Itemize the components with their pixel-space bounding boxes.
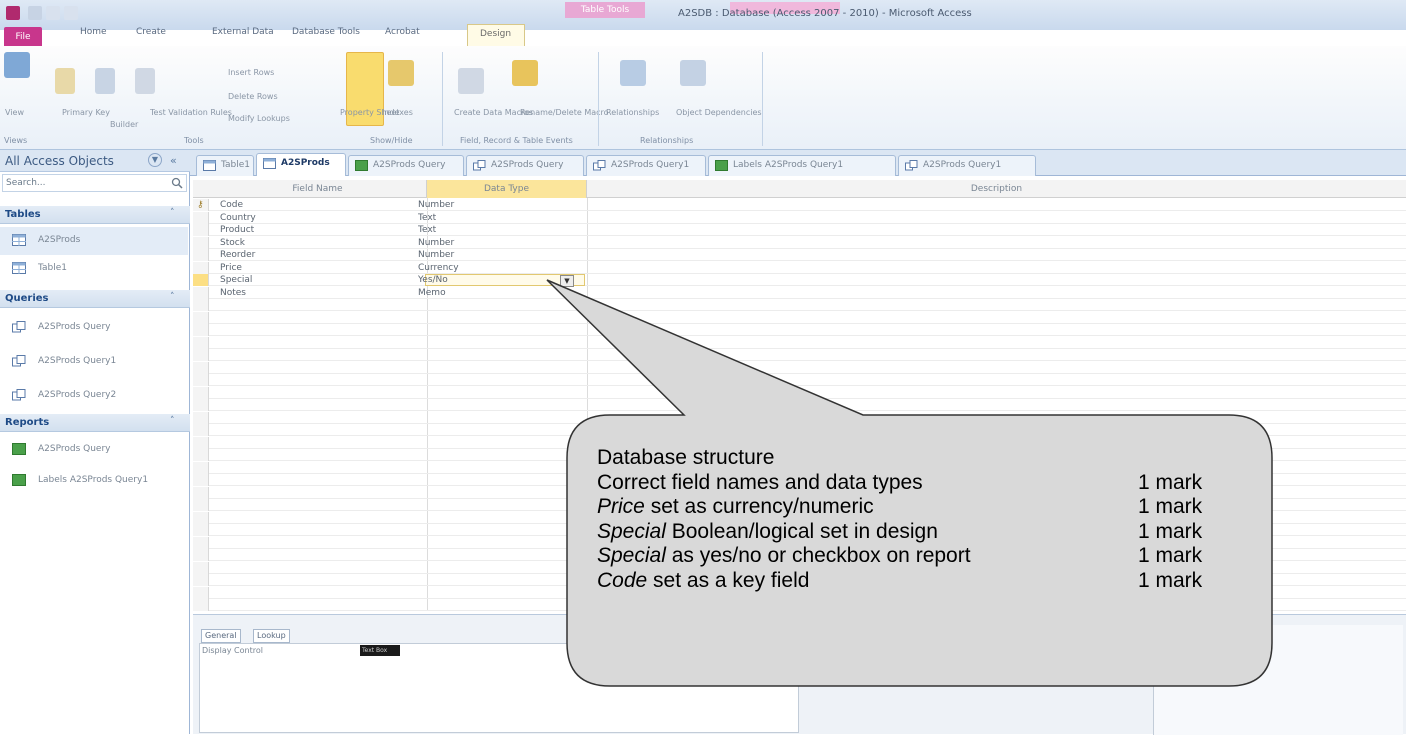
mark-value: 1 mark bbox=[1138, 544, 1203, 567]
mark-value: 1 mark bbox=[1138, 568, 1203, 592]
mark-scheme-line: Special as yes/no or checkbox on report 1… bbox=[597, 544, 1257, 569]
criterion-field-name: Price bbox=[597, 495, 645, 518]
mark-value: 1 mark bbox=[1138, 470, 1203, 494]
criterion-text: Boolean/logical set in design bbox=[665, 519, 938, 543]
criterion-text: set as a key field bbox=[647, 568, 810, 592]
mark-criterion: Special Boolean/logical set in design bbox=[597, 520, 938, 544]
criterion-field-name: Code bbox=[597, 568, 648, 592]
mark-value: 1 mark bbox=[1138, 495, 1203, 518]
callout-title: Database structure bbox=[597, 446, 775, 469]
criterion-field-name: Special bbox=[597, 519, 666, 543]
callout-text: Database structure Correct field names a… bbox=[597, 446, 1257, 593]
criterion-text: Correct field names and data types bbox=[597, 470, 923, 494]
criterion-field-name: Special bbox=[597, 544, 666, 567]
mark-value: 1 mark bbox=[1138, 519, 1203, 543]
callout-bubble bbox=[546, 279, 1273, 687]
mark-scheme-line: Price set as currency/numeric 1 mark bbox=[597, 495, 1257, 520]
mark-scheme-line: Code set as a key field 1 mark bbox=[597, 569, 1257, 594]
callout-lines: Correct field names and data types 1 mark… bbox=[597, 471, 1257, 594]
mark-criterion: Correct field names and data types bbox=[597, 471, 923, 495]
mark-criterion: Price set as currency/numeric bbox=[597, 495, 874, 519]
criterion-text: set as currency/numeric bbox=[644, 495, 874, 518]
mark-scheme-line: Special Boolean/logical set in design 1 m… bbox=[597, 520, 1257, 545]
mark-scheme-line: Correct field names and data types 1 mark bbox=[597, 471, 1257, 496]
mark-criterion: Code set as a key field bbox=[597, 569, 809, 593]
criterion-text: as yes/no or checkbox on report bbox=[665, 544, 971, 567]
mark-criterion: Special as yes/no or checkbox on report bbox=[597, 544, 971, 568]
